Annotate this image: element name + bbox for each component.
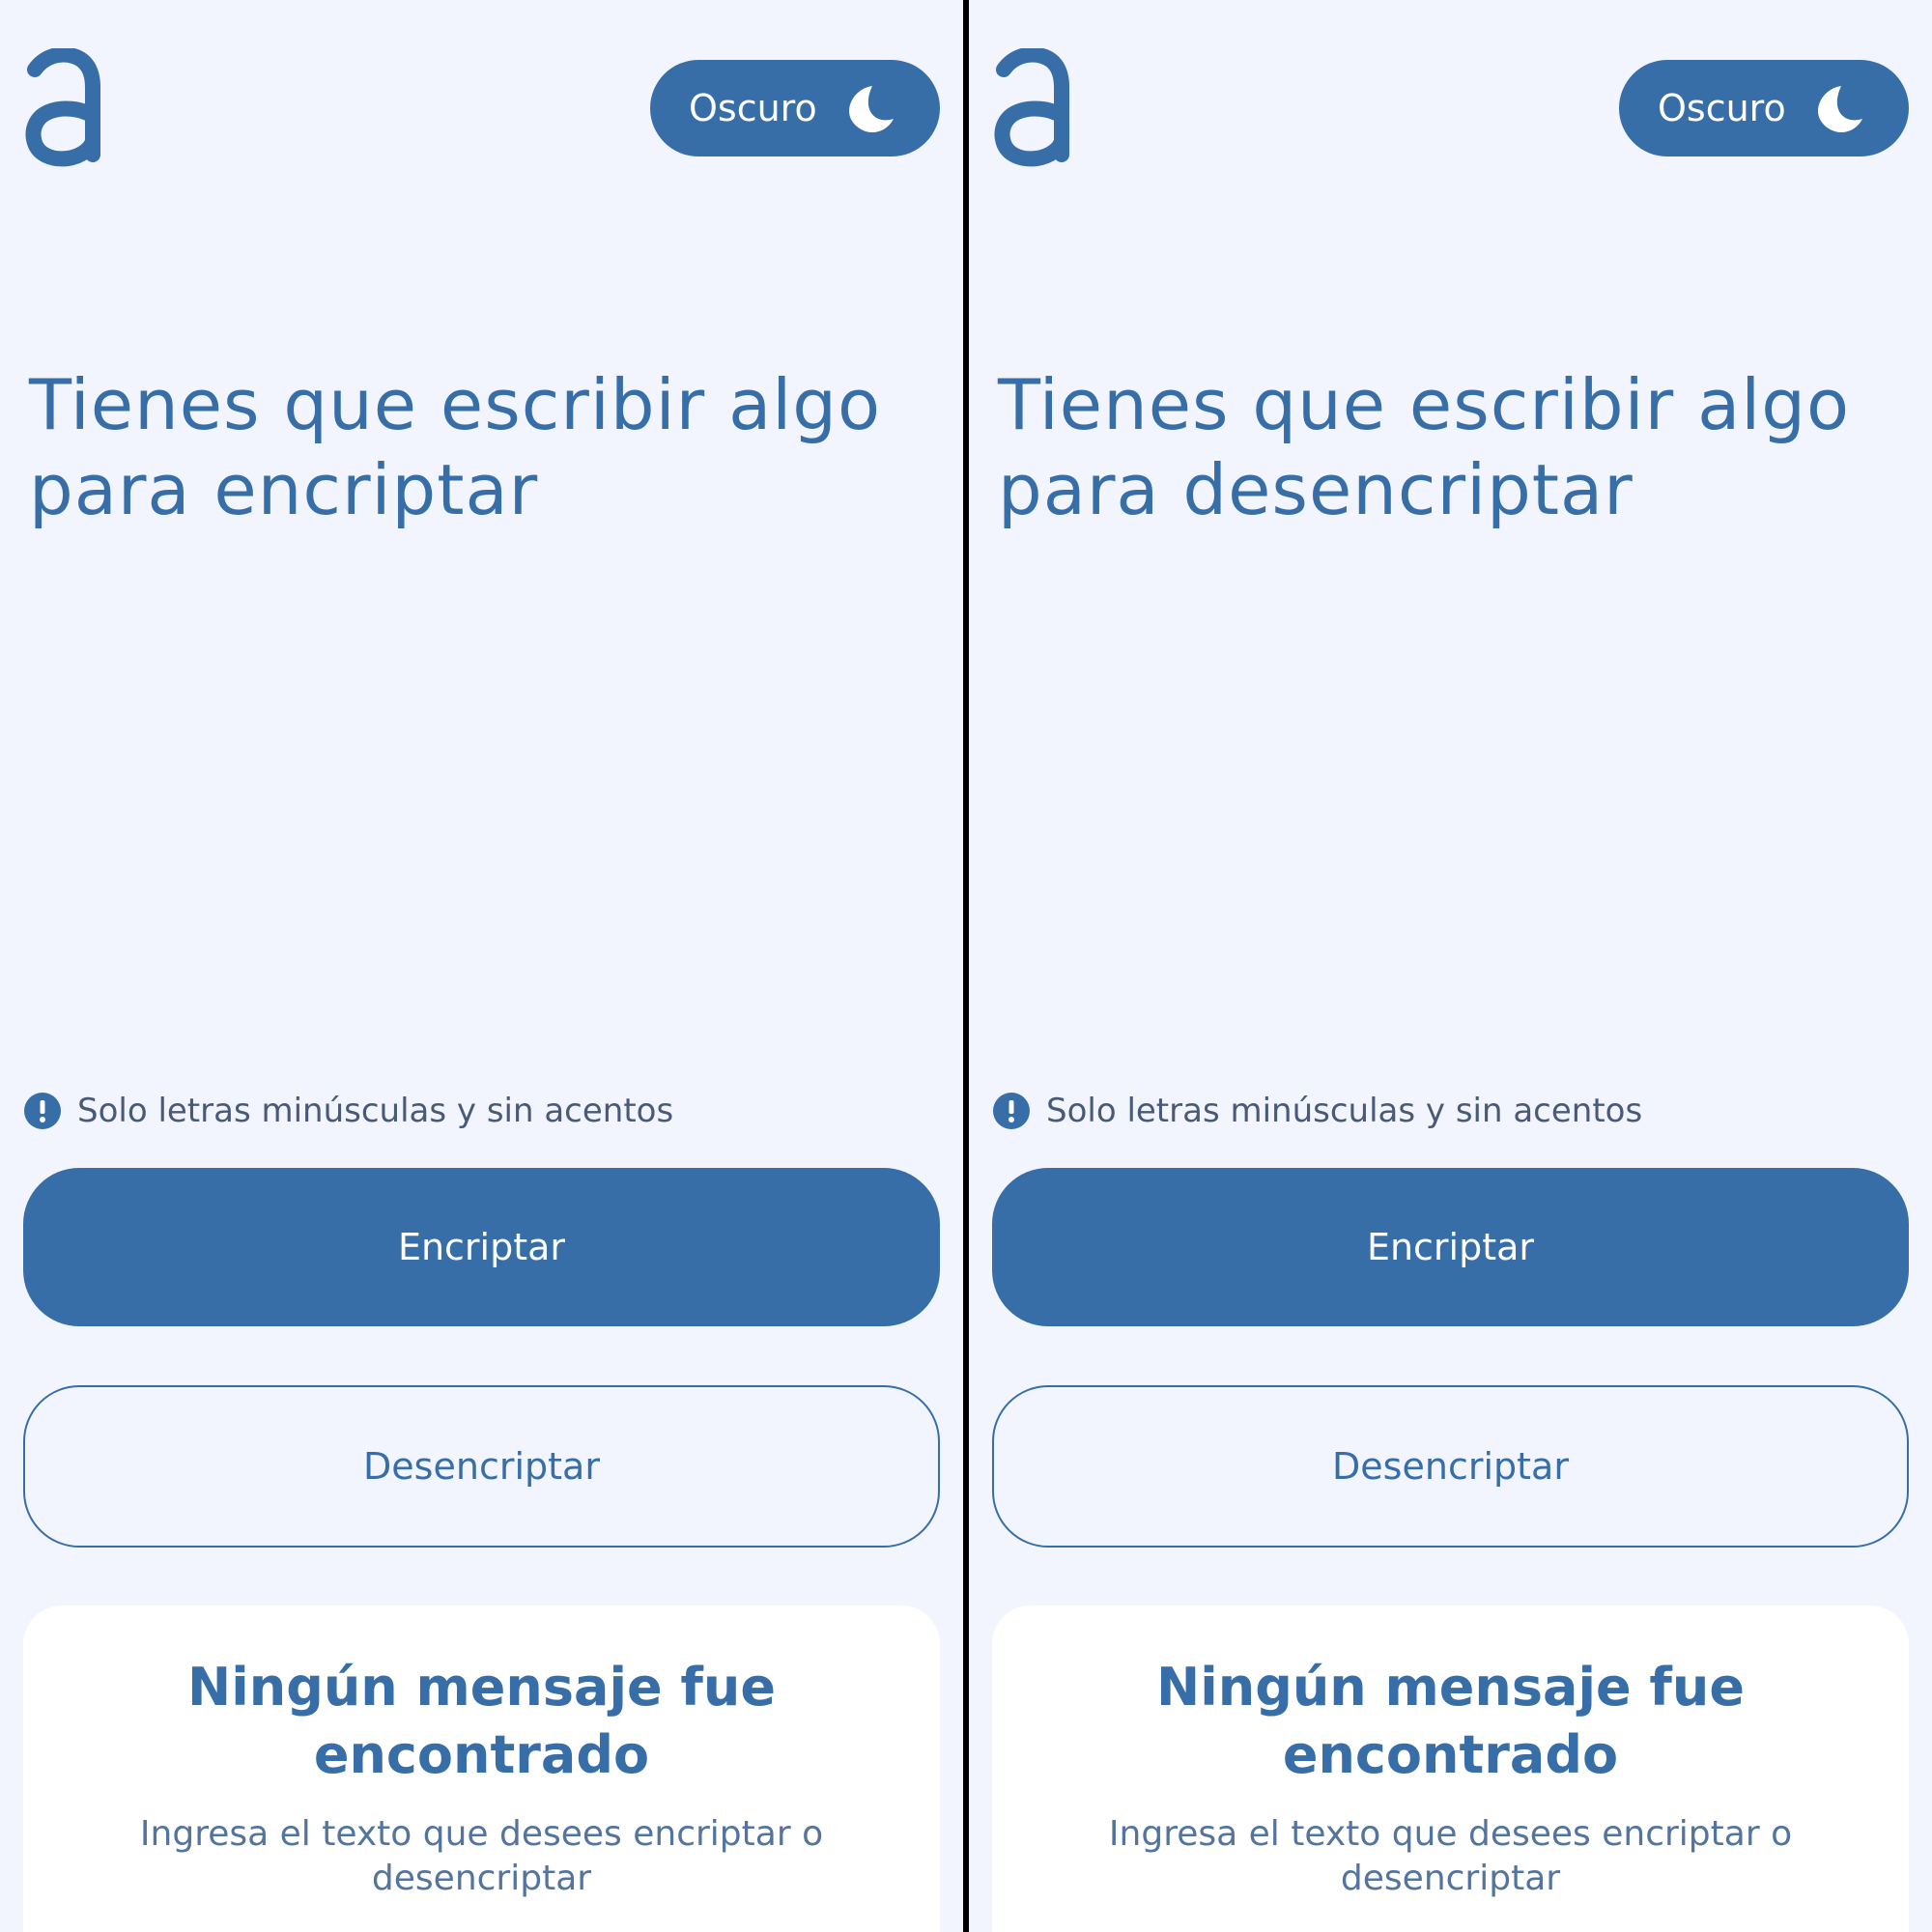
exclamation-circle-icon	[24, 1093, 61, 1129]
result-card: Ningún mensaje fue encontrado Ingresa el…	[992, 1605, 1909, 1932]
theme-toggle-button[interactable]: Oscuro	[1619, 60, 1909, 156]
app-pane-decrypt: Oscuro Tienes que escribir algo para des…	[969, 0, 1932, 1932]
encrypt-button[interactable]: Encriptar	[992, 1168, 1909, 1326]
result-card: Ningún mensaje fue encontrado Ingresa el…	[23, 1605, 940, 1932]
result-card-title: Ningún mensaje fue encontrado	[1156, 1657, 1745, 1785]
result-card-body: Ingresa el texto que desees encriptar o …	[139, 1814, 824, 1898]
encrypt-button[interactable]: Encriptar	[23, 1168, 940, 1326]
moon-icon	[849, 86, 894, 132]
hint-text: Solo letras minúsculas y sin acentos	[77, 1092, 674, 1130]
placeholder-line-1: Tienes que escribir algo	[998, 364, 1850, 445]
placeholder-line-1: Tienes que escribir algo	[29, 364, 881, 445]
hint-text: Solo letras minúsculas y sin acentos	[1046, 1092, 1643, 1130]
text-input-area[interactable]: Tienes que escribir algo para desencript…	[998, 362, 1896, 532]
exclamation-circle-icon	[993, 1093, 1030, 1129]
input-hint: Solo letras minúsculas y sin acentos	[992, 1090, 1642, 1132]
result-card-title: Ningún mensaje fue encontrado	[187, 1657, 776, 1785]
result-card-body: Ingresa el texto que desees encriptar o …	[1108, 1814, 1793, 1898]
moon-icon	[1818, 86, 1862, 132]
alura-logo-icon	[25, 48, 100, 167]
input-hint: Solo letras minúsculas y sin acentos	[23, 1090, 673, 1132]
alura-logo-icon	[994, 48, 1069, 167]
decrypt-button[interactable]: Desencriptar	[992, 1385, 1909, 1548]
theme-toggle-label: Oscuro	[1658, 87, 1786, 129]
app-pane-encrypt: Oscuro Tienes que escribir algo para enc…	[0, 0, 963, 1932]
placeholder-line-2: para desencriptar	[998, 449, 1634, 530]
decrypt-button[interactable]: Desencriptar	[23, 1385, 940, 1548]
theme-toggle-button[interactable]: Oscuro	[650, 60, 940, 156]
theme-toggle-label: Oscuro	[689, 87, 817, 129]
text-input-area[interactable]: Tienes que escribir algo para encriptar	[29, 362, 927, 532]
placeholder-line-2: para encriptar	[29, 449, 539, 530]
